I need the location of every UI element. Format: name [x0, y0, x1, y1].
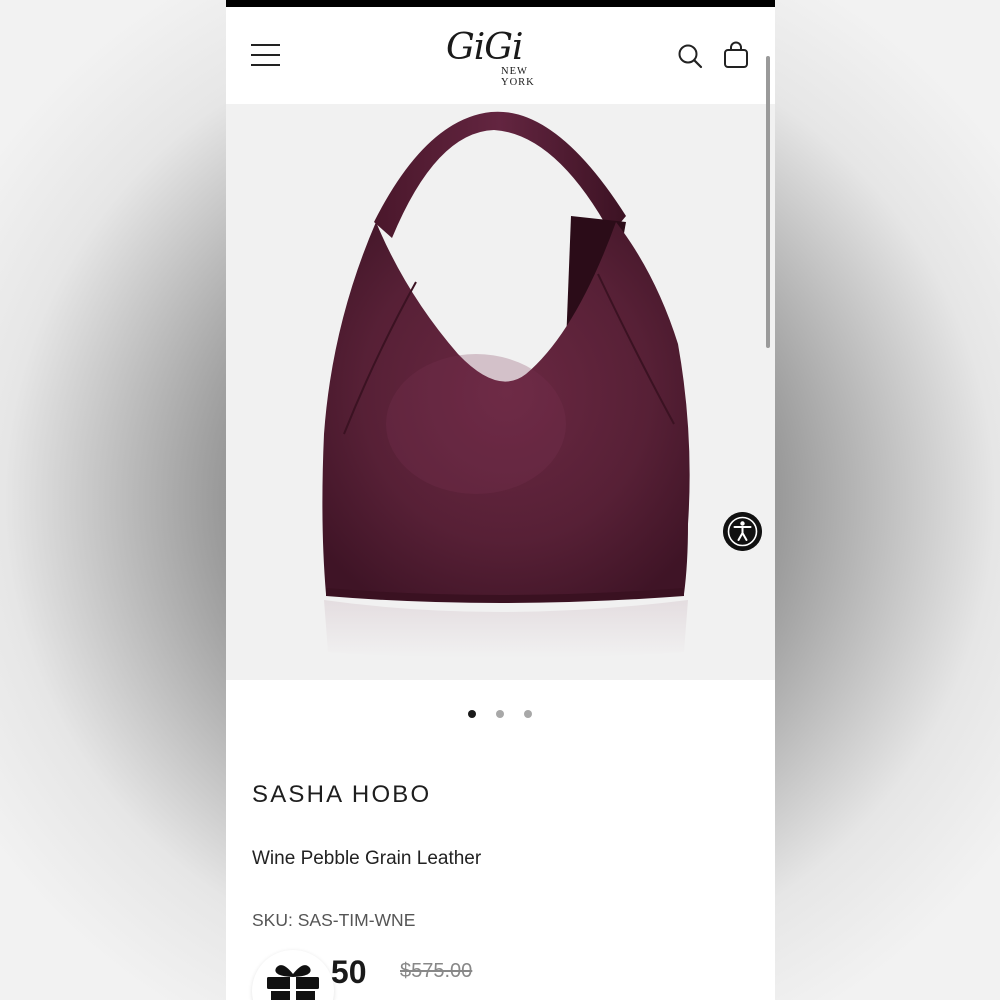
shopping-bag-icon[interactable]	[723, 41, 749, 69]
mobile-viewport: GiGi NEW YORK SASHA HOBO Wine Pebble Gra…	[226, 0, 775, 1000]
brand-logo[interactable]: GiGi NEW YORK	[444, 27, 564, 88]
hamburger-menu-icon[interactable]	[251, 44, 280, 66]
accessibility-icon[interactable]	[723, 512, 762, 551]
page-scrollbar[interactable]	[766, 56, 770, 348]
status-strip	[226, 0, 775, 7]
sku-value: SAS-TIM-WNE	[297, 910, 416, 930]
site-header: GiGi NEW YORK	[226, 7, 775, 104]
gallery-dot-1[interactable]	[468, 710, 476, 718]
gift-icon	[267, 965, 319, 1000]
gift-button[interactable]	[252, 950, 334, 1000]
search-icon[interactable]	[677, 43, 703, 69]
sku-label: SKU:	[252, 910, 293, 930]
gallery-dot-2[interactable]	[496, 710, 504, 718]
product-subtitle: Wine Pebble Grain Leather	[252, 848, 482, 869]
gallery-dot-3[interactable]	[524, 710, 532, 718]
product-image-gallery[interactable]	[226, 104, 775, 680]
logo-script: GiGi	[446, 27, 524, 68]
product-sku: SKU: SAS-TIM-WNE	[252, 910, 415, 931]
product-title: SASHA HOBO	[252, 781, 432, 808]
product-image	[322, 111, 690, 658]
logo-subtitle: NEW YORK	[501, 66, 535, 88]
original-price: $575.00	[400, 960, 473, 982]
gallery-pagination	[226, 710, 775, 722]
